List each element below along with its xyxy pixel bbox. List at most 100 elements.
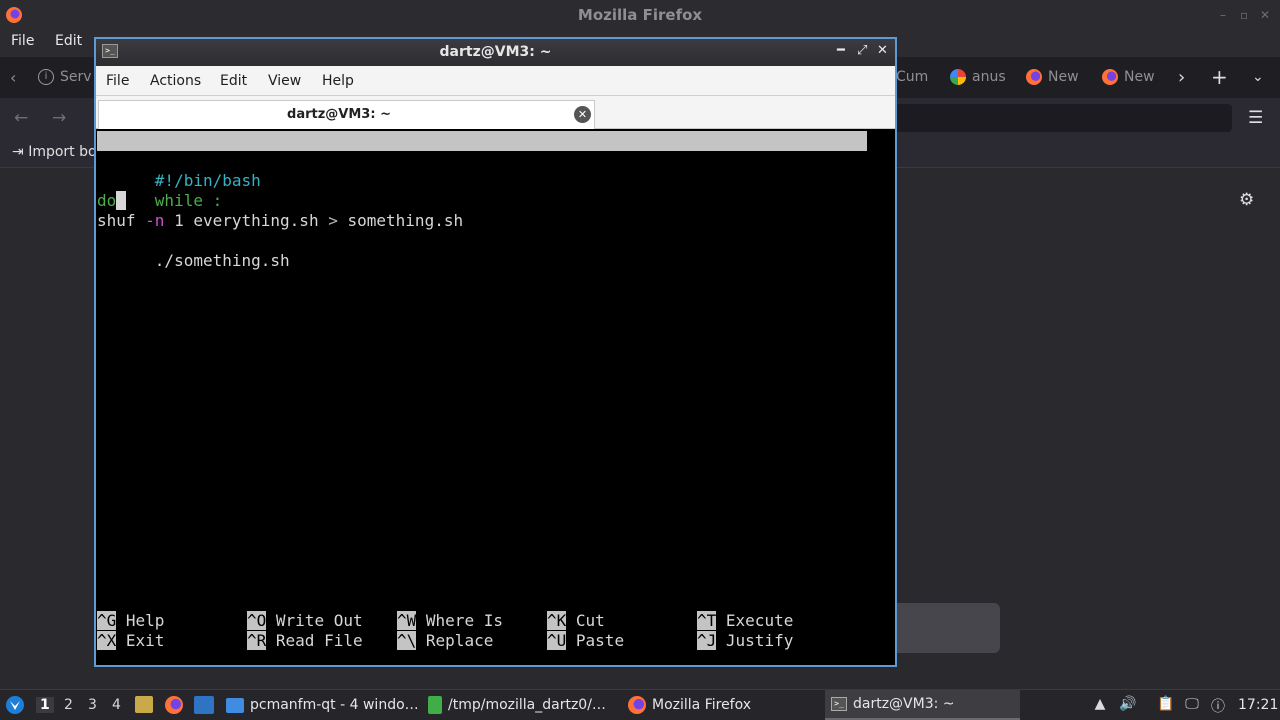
shortcut-key: ^X — [97, 631, 117, 650]
maximize-icon[interactable]: ▫ — [1240, 8, 1248, 22]
chevron-down-icon[interactable]: ⌄ — [1252, 57, 1264, 97]
archive-icon — [428, 696, 442, 714]
tab-google[interactable]: anus — [950, 57, 1006, 97]
menu-edit[interactable]: Edit — [220, 73, 247, 89]
firefox-icon — [628, 696, 646, 714]
file-manager-launcher-icon[interactable] — [135, 696, 153, 713]
shortcut-cut[interactable]: ^K Cut — [547, 611, 605, 631]
close-tab-icon[interactable]: ✕ — [574, 106, 591, 123]
shortcut-read-file[interactable]: ^R Read File — [247, 631, 363, 651]
new-tab-icon[interactable]: + — [1211, 57, 1228, 97]
content-card[interactable] — [890, 603, 1000, 653]
ff-menu-file[interactable]: File — [11, 33, 34, 49]
code-flag: -n — [145, 211, 165, 230]
tray-arrow-icon[interactable]: ▲ — [1091, 696, 1109, 714]
shortcut-key: ^K — [547, 611, 567, 630]
clipboard-icon[interactable]: 📋 — [1157, 696, 1175, 714]
taskbar-window-tmp[interactable]: /tmp/mozilla_dartz0/… — [428, 690, 606, 720]
terminal-window-title: dartz@VM3: ~ — [439, 44, 552, 60]
shortcut-replace[interactable]: ^\ Replace — [397, 631, 493, 651]
menu-actions[interactable]: Actions — [150, 73, 201, 89]
url-bar[interactable] — [870, 104, 1232, 132]
ff-menu-edit[interactable]: Edit — [55, 33, 82, 49]
import-icon: ⇥ — [12, 144, 24, 160]
text-cursor — [116, 191, 126, 210]
shortcut-paste[interactable]: ^U Paste — [547, 631, 624, 651]
firefox-icon — [1026, 69, 1042, 85]
taskbar-window-pcmanfm[interactable]: pcmanfm-qt - 4 windo… — [226, 690, 419, 720]
app-menu-icon[interactable] — [5, 695, 25, 715]
shortcut-key: ^R — [247, 631, 267, 650]
hamburger-menu-icon[interactable]: ☰ — [1248, 108, 1263, 128]
taskbar-window-label: dartz@VM3: ~ — [853, 696, 955, 712]
terminal-tab-label: dartz@VM3: ~ — [287, 107, 391, 122]
desktop-1[interactable]: 1 — [36, 697, 54, 713]
shortcut-key: ^T — [697, 611, 717, 630]
desktop-2[interactable]: 2 — [64, 697, 73, 713]
code-line-5: ./something.sh — [97, 231, 290, 270]
shortcut-justify[interactable]: ^J Justify — [697, 631, 793, 651]
tab-new-2[interactable]: New — [1102, 57, 1155, 97]
nano-editor[interactable]: GNU nano 5.6.1 somethingmaker.sh * #!/bi… — [97, 131, 894, 665]
tab-label: Cum — [896, 69, 929, 85]
shortcut-execute[interactable]: ^T Execute — [697, 611, 793, 631]
tab-serv[interactable]: i Serv — [38, 57, 92, 97]
taskbar: 1 2 3 4 pcmanfm-qt - 4 windo… /tmp/mozil… — [0, 689, 1280, 720]
firefox-titlebar: Mozilla Firefox – ▫ ✕ — [0, 0, 1280, 30]
shortcut-help[interactable]: ^G Help — [97, 611, 164, 631]
shortcut-label: Execute — [725, 611, 794, 630]
import-bookmarks-label: Import bo — [28, 144, 97, 160]
forward-icon[interactable]: → — [52, 108, 66, 128]
menu-help[interactable]: Help — [322, 73, 354, 89]
code-redirect: > — [328, 211, 338, 230]
tab-cum[interactable]: Cum — [896, 57, 928, 97]
update-icon[interactable]: ⓘ — [1209, 696, 1227, 715]
nano-header: GNU nano 5.6.1 somethingmaker.sh * — [97, 131, 867, 190]
gear-icon[interactable]: ⚙ — [1239, 190, 1254, 210]
close-icon[interactable]: ✕ — [1260, 8, 1270, 22]
code-line-4: shuf -n 1 everything.sh > something.sh — [97, 211, 463, 231]
shortcut-key: ^W — [397, 611, 417, 630]
shortcut-write-out[interactable]: ^O Write Out — [247, 611, 363, 631]
shortcut-label: Cut — [575, 611, 605, 630]
nano-filename: somethingmaker.sh * — [427, 171, 611, 190]
shortcut-label: Paste — [575, 631, 625, 650]
code-line-1: #!/bin/bash — [97, 151, 261, 190]
tabs-scroll-left-icon[interactable]: ‹ — [10, 57, 16, 97]
shortcut-key: ^U — [547, 631, 567, 650]
network-icon[interactable]: 🖵 — [1183, 696, 1201, 714]
terminal-window: >_ dartz@VM3: ~ ━ ⤢ ✕ File Actions Edit … — [94, 37, 897, 667]
show-desktop-icon[interactable] — [194, 696, 214, 714]
minimize-icon[interactable]: ━ — [837, 43, 845, 58]
taskbar-window-terminal[interactable]: >_ dartz@VM3: ~ — [825, 690, 1020, 720]
tab-label: New — [1124, 69, 1155, 85]
menu-view[interactable]: View — [268, 73, 301, 89]
shortcut-key: ^O — [247, 611, 267, 630]
desktop-4[interactable]: 4 — [112, 697, 121, 713]
terminal-tab[interactable]: dartz@VM3: ~ ✕ — [98, 100, 595, 129]
taskbar-window-label: pcmanfm-qt - 4 windo… — [250, 697, 419, 713]
code-run: ./something.sh — [154, 251, 290, 270]
close-icon[interactable]: ✕ — [877, 43, 888, 58]
terminal-titlebar[interactable]: >_ dartz@VM3: ~ ━ ⤢ ✕ — [96, 39, 895, 66]
tab-label: anus — [972, 69, 1006, 85]
shortcut-exit[interactable]: ^X Exit — [97, 631, 164, 651]
minimize-icon[interactable]: – — [1220, 8, 1226, 22]
taskbar-window-firefox[interactable]: Mozilla Firefox — [628, 690, 751, 720]
shortcut-label: Read File — [275, 631, 363, 650]
code-line-2: while : — [97, 171, 222, 210]
tabs-scroll-right-icon[interactable]: › — [1178, 57, 1185, 97]
desktop-3[interactable]: 3 — [88, 697, 97, 713]
clock[interactable]: 17:21 — [1238, 697, 1278, 713]
firefox-launcher-icon[interactable] — [165, 696, 183, 714]
code-target: something.sh — [347, 211, 464, 230]
volume-icon[interactable]: 🔊 — [1119, 696, 1137, 714]
back-icon[interactable]: ← — [14, 108, 28, 128]
import-bookmarks-button[interactable]: ⇥ Import bo — [12, 144, 97, 160]
shortcut-where-is[interactable]: ^W Where Is — [397, 611, 503, 631]
shortcut-label: Replace — [425, 631, 494, 650]
menu-file[interactable]: File — [106, 73, 129, 89]
maximize-icon[interactable]: ⤢ — [857, 43, 867, 58]
firefox-window-title: Mozilla Firefox — [577, 6, 703, 24]
tab-new-1[interactable]: New — [1026, 57, 1079, 97]
